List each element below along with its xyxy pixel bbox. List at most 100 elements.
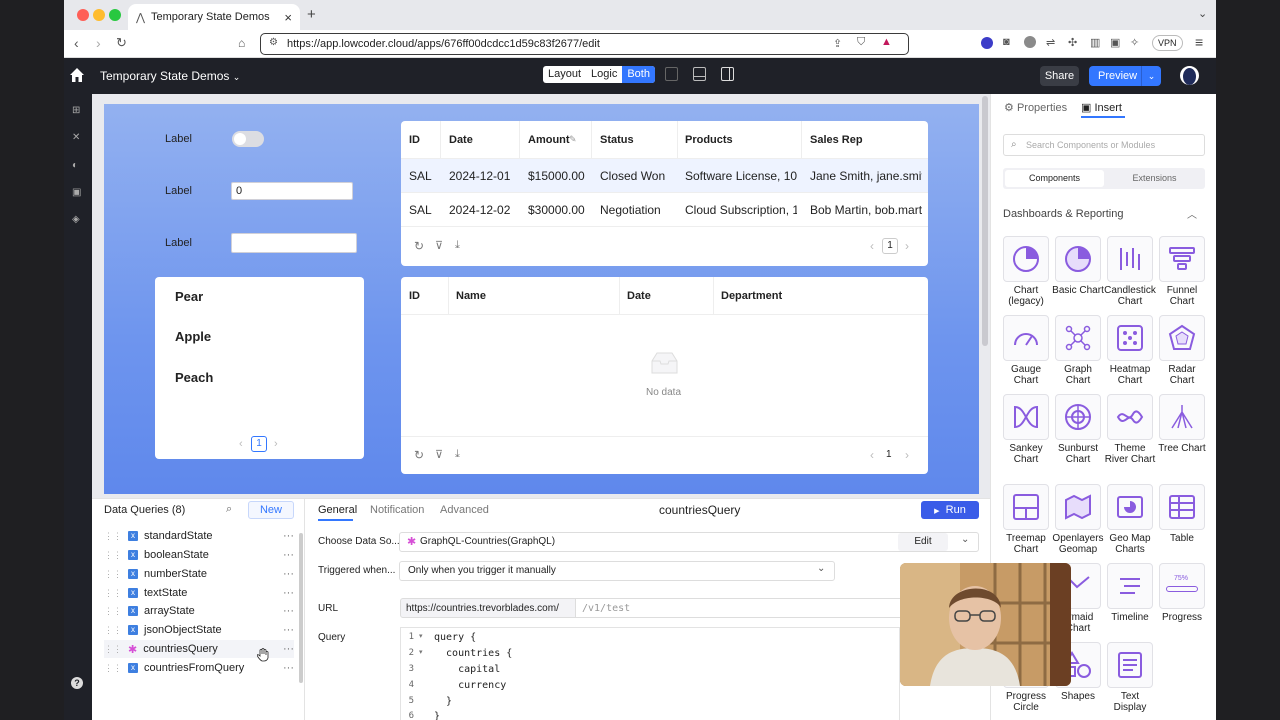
share-button[interactable]: Share xyxy=(1040,66,1079,86)
component-candlestick-chart[interactable]: Candlestick Chart xyxy=(1104,236,1156,307)
next-page-icon[interactable]: › xyxy=(905,448,909,462)
component-geo-map-charts[interactable]: Geo Map Charts xyxy=(1104,484,1156,555)
component-funnel-chart[interactable]: Funnel Chart xyxy=(1156,236,1208,307)
column-header-products[interactable]: Products xyxy=(685,134,733,146)
filter-icon[interactable]: ⊽ xyxy=(435,448,443,461)
component-tree-chart[interactable]: Tree Chart xyxy=(1156,394,1208,454)
tools-icon[interactable]: ✕ xyxy=(72,132,84,144)
component-gauge-chart[interactable]: Gauge Chart xyxy=(1000,315,1052,386)
bottom-panel-toggle-icon[interactable] xyxy=(693,67,706,81)
query-item[interactable]: ⋮⋮ x textState ··· xyxy=(104,584,294,602)
component-basic-chart[interactable]: Basic Chart xyxy=(1052,236,1104,296)
tab-properties[interactable]: ⚙ Properties xyxy=(1004,101,1067,114)
structure-icon[interactable]: ⊞ xyxy=(72,105,84,117)
column-header-status[interactable]: Status xyxy=(600,134,634,146)
tab-general[interactable]: General xyxy=(318,504,357,516)
component-heatmap-chart[interactable]: Heatmap Chart xyxy=(1104,315,1156,386)
refresh-icon[interactable]: ↻ xyxy=(414,448,424,462)
query-name[interactable]: countriesQuery xyxy=(659,503,740,517)
fold-icon[interactable]: ▾ xyxy=(419,648,423,656)
camera-icon[interactable]: ◙ xyxy=(1003,36,1010,48)
right-panel-toggle-icon[interactable] xyxy=(721,67,734,81)
back-icon[interactable]: ‹ xyxy=(74,35,79,51)
list-item[interactable]: Apple xyxy=(175,329,211,344)
component-table[interactable]: Table xyxy=(1156,484,1208,544)
help-icon[interactable]: ? xyxy=(71,677,83,689)
column-header-id[interactable]: ID xyxy=(409,290,420,302)
preview-button[interactable]: Preview ⌄ xyxy=(1089,66,1161,86)
column-header-name[interactable]: Name xyxy=(456,290,486,302)
mode-layout[interactable]: Layout xyxy=(543,66,586,83)
download-icon[interactable]: ⤓ xyxy=(455,448,460,461)
text-input[interactable] xyxy=(231,233,357,253)
toggle-switch[interactable] xyxy=(232,131,264,147)
link-icon[interactable]: ⇌ xyxy=(1046,36,1055,49)
puzzle-icon[interactable]: ✣ xyxy=(1068,36,1077,49)
list-prev-page-icon[interactable]: ‹ xyxy=(239,438,243,450)
component-treemap-chart[interactable]: Treemap Chart xyxy=(1000,484,1052,555)
edit-data-source-button[interactable]: Edit xyxy=(898,533,948,551)
fold-icon[interactable]: ▾ xyxy=(419,632,423,640)
app-title-dropdown[interactable]: Temporary State Demos ⌄ xyxy=(100,69,240,83)
column-header-date[interactable]: Date xyxy=(449,134,473,146)
layers-icon[interactable]: ◈ xyxy=(72,214,84,226)
tab-list-chevron-icon[interactable]: ⌄ xyxy=(1198,7,1207,20)
new-tab-icon[interactable]: + xyxy=(307,6,316,23)
sidebar-icon[interactable]: ▥ xyxy=(1090,36,1100,49)
page-number[interactable]: 1 xyxy=(886,449,892,460)
component-graph-chart[interactable]: Graph Chart xyxy=(1052,315,1104,386)
component-chart-legacy[interactable]: Chart (legacy) xyxy=(1000,236,1052,307)
prev-page-icon[interactable]: ‹ xyxy=(870,448,874,462)
component-sunburst-chart[interactable]: Sunburst Chart xyxy=(1052,394,1104,465)
preview-chevron-icon[interactable]: ⌄ xyxy=(1141,66,1161,86)
subtab-extensions[interactable]: Extensions xyxy=(1106,170,1203,187)
close-window-button[interactable] xyxy=(77,9,89,21)
download-icon[interactable]: ⤓ xyxy=(455,239,460,252)
extension-icon[interactable] xyxy=(981,37,993,49)
list-item[interactable]: Peach xyxy=(175,370,213,385)
column-header-date[interactable]: Date xyxy=(627,290,651,302)
list-next-page-icon[interactable]: › xyxy=(274,438,278,450)
collapse-icon[interactable]: ︿ xyxy=(1187,206,1197,221)
reload-icon[interactable]: ↻ xyxy=(116,35,127,51)
component-progress[interactable]: 75% Progress xyxy=(1156,563,1208,623)
forward-icon[interactable]: › xyxy=(96,35,101,51)
number-input[interactable]: 0 xyxy=(231,182,353,200)
query-item[interactable]: ⋮⋮ x jsonObjectState ··· xyxy=(104,621,294,639)
palette-icon[interactable]: ◐ xyxy=(72,160,84,172)
page-button[interactable]: 1 xyxy=(882,238,898,254)
component-text-display[interactable]: Text Display xyxy=(1104,642,1156,713)
column-header-id[interactable]: ID xyxy=(409,134,420,146)
close-tab-icon[interactable]: × xyxy=(284,10,292,25)
component-timeline[interactable]: Timeline xyxy=(1104,563,1156,623)
component-sankey-chart[interactable]: Sankey Chart xyxy=(1000,394,1052,465)
browser-tab[interactable]: ⋀ Temporary State Demos × xyxy=(128,4,300,30)
shield-icon[interactable]: ⛉ xyxy=(857,36,865,49)
warning-icon[interactable]: ▲ xyxy=(881,36,892,48)
prev-page-icon[interactable]: ‹ xyxy=(870,239,874,253)
canvas-scrollbar[interactable] xyxy=(982,96,988,346)
query-item[interactable]: ⋮⋮ x arrayState ··· xyxy=(104,602,294,620)
filter-icon[interactable]: ⊽ xyxy=(435,239,443,252)
new-query-button[interactable]: New xyxy=(248,501,294,519)
site-settings-icon[interactable]: ⚙ xyxy=(269,37,278,48)
left-panel-toggle-icon[interactable] xyxy=(665,67,678,81)
avatar[interactable] xyxy=(1180,66,1199,85)
component-theme-river-chart[interactable]: Theme River Chart xyxy=(1104,394,1156,465)
next-page-icon[interactable]: › xyxy=(905,239,909,253)
mode-both[interactable]: Both xyxy=(622,66,655,83)
home-icon[interactable] xyxy=(69,67,85,83)
address-bar[interactable]: ⚙ https://app.lowcoder.cloud/apps/676ff0… xyxy=(260,33,909,55)
wallet-icon[interactable]: ▣ xyxy=(1110,36,1120,49)
minimize-window-button[interactable] xyxy=(93,9,105,21)
extension-2-icon[interactable] xyxy=(1024,36,1036,48)
vpn-button[interactable]: VPN xyxy=(1152,35,1183,51)
component-openlayers-geomap[interactable]: Openlayers Geomap xyxy=(1052,484,1104,555)
chevron-down-icon[interactable]: ⌄ xyxy=(817,563,825,574)
tab-advanced[interactable]: Advanced xyxy=(440,504,489,516)
refresh-icon[interactable]: ↻ xyxy=(414,239,424,253)
mode-logic[interactable]: Logic xyxy=(586,66,622,83)
query-item[interactable]: ⋮⋮ x booleanState ··· xyxy=(104,546,294,564)
list-page-button[interactable]: 1 xyxy=(251,436,267,452)
query-item[interactable]: ⋮⋮ x numberState ··· xyxy=(104,565,294,583)
